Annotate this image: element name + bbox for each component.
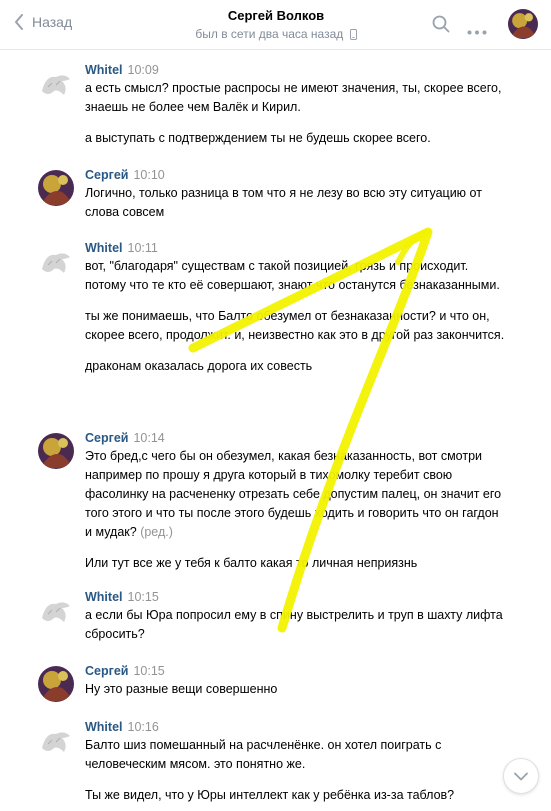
avatar[interactable] <box>38 433 74 469</box>
scroll-down-button[interactable] <box>503 758 539 794</box>
phone-icon <box>349 29 357 40</box>
author-name[interactable]: Whitel <box>85 720 123 734</box>
author-name[interactable]: Сергей <box>85 168 128 182</box>
chat-title-block[interactable]: Сергей Волков был в сети два часа назад <box>150 8 402 42</box>
message-text: Балто шиз помешанный на расчленёнке. он … <box>85 738 442 771</box>
message-text: ты же понимаешь, что Балто обезумел от б… <box>85 309 505 342</box>
message-time[interactable]: 10:16 <box>128 720 159 734</box>
message-text: Логично, только разница в том что я не л… <box>85 186 482 219</box>
edited-mark[interactable]: (ред.) <box>140 525 173 539</box>
back-button[interactable]: Назад <box>14 14 72 30</box>
message-time[interactable]: 10:09 <box>128 63 159 77</box>
message-text: Ну это разные вещи совершенно <box>85 682 278 696</box>
search-icon[interactable] <box>432 15 450 38</box>
author-name[interactable]: Whitel <box>85 63 123 77</box>
avatar[interactable] <box>38 666 74 702</box>
online-status: был в сети два часа назад <box>150 26 402 42</box>
message-text: драконам оказалась дорога их совесть <box>85 359 313 373</box>
chat-header: Назад Сергей Волков был в сети два часа … <box>0 0 551 50</box>
message-list: Whitel 10:09 а есть смысл? простые распро… <box>0 50 551 811</box>
avatar[interactable] <box>38 170 74 206</box>
back-label: Назад <box>32 14 73 30</box>
message-text: Ты же видел, что у Юры интеллект как у р… <box>85 788 455 802</box>
author-name[interactable]: Сергей <box>85 431 128 445</box>
author-name[interactable]: Whitel <box>85 590 123 604</box>
more-icon[interactable] <box>467 22 487 40</box>
chevron-left-icon <box>15 14 23 30</box>
message-time[interactable]: 10:15 <box>128 590 159 604</box>
chevron-down-icon <box>514 772 528 780</box>
avatar[interactable] <box>38 65 74 101</box>
message-text: а выступать с подтверждением ты не будеш… <box>85 131 431 145</box>
message-text: а есть смысл? простые распросы не имеют … <box>85 81 502 114</box>
page-title[interactable]: Сергей Волков <box>150 8 402 24</box>
message-time[interactable]: 10:11 <box>128 241 158 255</box>
message-time[interactable]: 10:10 <box>133 168 164 182</box>
avatar[interactable] <box>38 722 74 758</box>
author-name[interactable]: Whitel <box>85 241 123 255</box>
online-status-text: был в сети два часа назад <box>195 27 344 41</box>
message-time[interactable]: 10:15 <box>133 664 164 678</box>
header-avatar[interactable] <box>508 9 538 39</box>
message-text: Или тут все же у тебя к балто какая то л… <box>85 556 418 570</box>
message-text: Это бред,с чего бы он обезумел, какая бе… <box>85 447 505 542</box>
author-name[interactable]: Сергей <box>85 664 128 678</box>
message-text: а если бы Юра попросил ему в спину выстр… <box>85 608 503 641</box>
message-time[interactable]: 10:14 <box>133 431 164 445</box>
avatar[interactable] <box>38 592 74 628</box>
message-text: вот, "благодаря" существам с такой позиц… <box>85 259 500 292</box>
avatar[interactable] <box>38 243 74 279</box>
